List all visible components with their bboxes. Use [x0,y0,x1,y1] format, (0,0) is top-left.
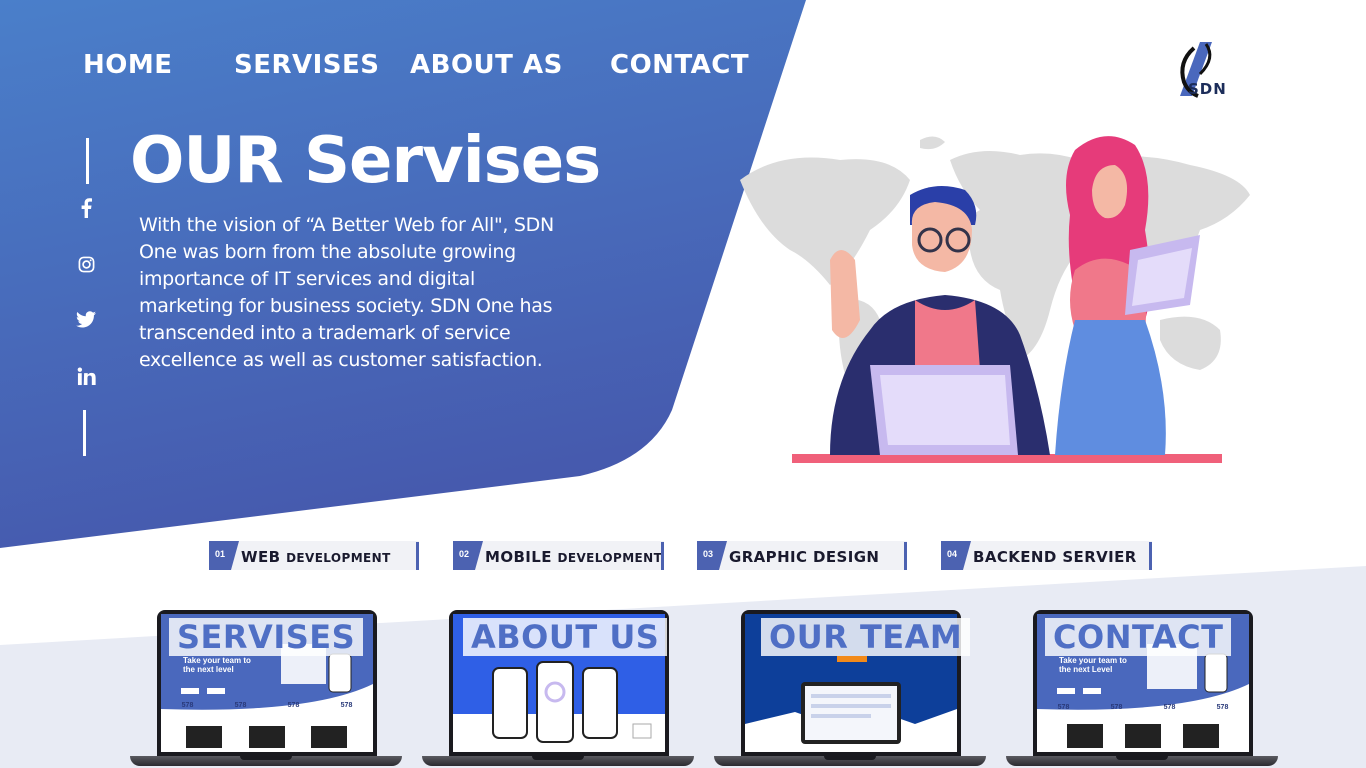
page-title: OUR Servises [130,124,601,198]
service-label: WEB DEVELOPMENT [241,548,391,566]
service-label: MOBILE DEVELOPMENT [485,548,663,566]
service-number: 01 [215,549,226,559]
card-caption: OUR TEAM [761,618,971,656]
service-divider [416,542,419,570]
laptop-screen: OUR TEAM [741,610,971,756]
nav-contact[interactable]: CONTACT [610,50,749,80]
preview-headline: Take your team to the next Level [1059,656,1127,674]
card-about-us[interactable]: ABOUT US [422,610,694,768]
hero-description: With the vision of “A Better Web for All… [139,214,554,371]
sdn-logo[interactable]: SDN [1168,36,1232,102]
linkedin-icon[interactable] [74,364,98,388]
service-number: 04 [947,549,958,559]
service-number: 03 [703,549,714,559]
laptop-notch [824,756,876,760]
preview-stats: 578 578 578 578 [1057,704,1229,711]
social-divider-bottom [83,410,86,456]
service-mobile-development[interactable]: 02 MOBILE DEVELOPMENT [453,541,664,570]
nav-about[interactable]: ABOUT AS [410,50,563,80]
service-backend[interactable]: 04 BACKEND SERVIER [941,541,1152,570]
card-services[interactable]: Take your team to the next level 578 578 5… [130,610,402,768]
laptop-notch [240,756,292,760]
service-label: GRAPHIC DESIGN [729,548,880,566]
laptop-screen: Take your team to the next Level 578 578 5… [1033,610,1253,756]
card-contact[interactable]: Take your team to the next Level 578 578 5… [1006,610,1278,768]
card-caption: SERVISES [169,618,364,656]
card-our-team[interactable]: OUR TEAM [714,610,986,768]
nav-services[interactable]: SERVISES [234,50,380,80]
laptop-screen: Take your team to the next level 578 578 5… [157,610,377,756]
social-divider-top [86,138,89,184]
service-divider [904,542,907,570]
card-caption: ABOUT US [463,618,668,656]
laptop-screen: ABOUT US [449,610,669,756]
facebook-icon[interactable] [74,196,98,220]
service-number: 02 [459,549,470,559]
card-caption: CONTACT [1045,618,1232,656]
twitter-icon[interactable] [74,307,98,331]
service-graphic-design[interactable]: 03 GRAPHIC DESIGN [697,541,907,570]
service-web-development[interactable]: 01 WEB DEVELOPMENT [209,541,419,570]
laptop-notch [1116,756,1168,760]
nav-home[interactable]: HOME [83,50,173,80]
preview-headline: Take your team to the next level [183,656,251,674]
preview-stats: 578 578 578 578 [181,702,353,709]
team-illustration [740,136,1250,463]
instagram-icon[interactable] [74,252,98,276]
service-divider [661,542,664,570]
logo-text: SDN [1188,80,1227,98]
laptop-notch [532,756,584,760]
service-label: BACKEND SERVIER [973,548,1137,566]
service-divider [1149,542,1152,570]
